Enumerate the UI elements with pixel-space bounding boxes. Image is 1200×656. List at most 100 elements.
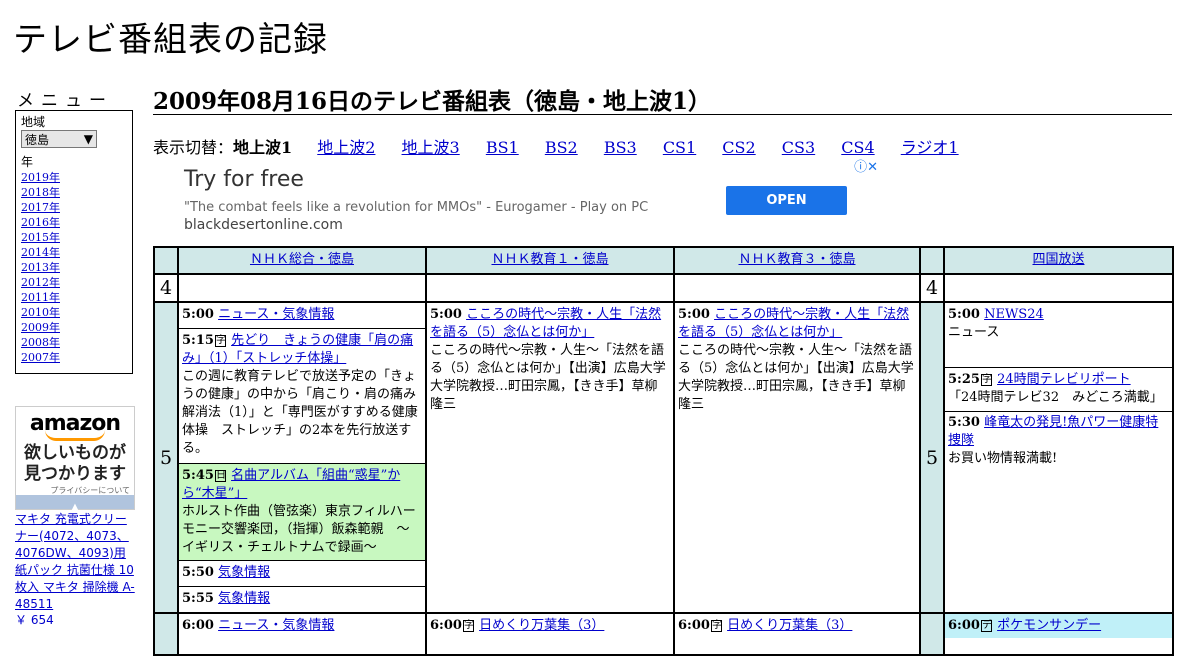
channel-switcher: 表示切替：地上波1 地上波2 地上波3 BS1 BS2 BS3 CS1 CS2 … [153,134,980,158]
program-desc: ニュース [948,325,1000,340]
program-time: 5:00 [430,307,462,322]
switcher-link[interactable]: CS1 [663,138,696,157]
switcher-link[interactable]: BS2 [545,138,578,157]
year-link[interactable]: 2011年 [21,290,127,305]
program-item: 5:00 こころの時代～宗教・人生「法然を語る（5）念仏とは何か」 こころの時代… [675,303,919,417]
program-time: 5:30 [948,415,980,430]
hour-header [153,246,179,275]
channel-header: ＮＨＫ教育１・徳島 [425,246,675,275]
year-link[interactable]: 2014年 [21,245,127,260]
amazon-product-price: ￥ 654 [15,613,54,627]
chevron-down-icon: ▼ [83,132,93,146]
program-time: 6:00 [182,618,214,633]
switcher-current: 地上波1 [233,138,293,157]
program-title-link[interactable]: 気象情報 [218,591,270,606]
switcher-link[interactable]: BS1 [486,138,519,157]
program-time: 6:00 [948,618,980,633]
program-item: 5:50 気象情報 [178,560,426,587]
year-link[interactable]: 2012年 [21,275,127,290]
program-title-link[interactable]: 日めくり万葉集（3） [479,618,604,633]
switcher-link[interactable]: ラジオ1 [901,138,959,157]
program-item: 6:00 ニュース・気象情報 [179,614,425,638]
switcher-link[interactable]: CS2 [722,138,755,157]
info-icon[interactable]: ⓘ [854,160,867,175]
hour-label: 5 [919,301,945,614]
program-title-link[interactable]: こころの時代～宗教・人生「法然を語る（5）念仏とは何か」 [678,307,909,340]
region-label: 地域 [21,115,46,129]
program-title-link[interactable]: 気象情報 [218,565,270,580]
ad-domain: blackdesertonline.com [184,217,343,233]
ad-controls: ⓘ✕ [854,156,878,175]
year-label: 年 [21,155,34,169]
program-time: 6:00 [430,618,462,633]
program-desc: 「24時間テレビ32 みどころ満載」 [948,390,1163,405]
year-link[interactable]: 2010年 [21,305,127,320]
amazon-ad[interactable]: amazon 欲しいものが 見つかります プライバシーについて ▲ [15,406,135,513]
year-link[interactable]: 2015年 [21,230,127,245]
hour-row-4: 4 4 [153,273,1174,303]
program-column-nhk-e3: 5:00 こころの時代～宗教・人生「法然を語る（5）念仏とは何か」 こころの時代… [673,301,921,614]
year-link[interactable]: 2007年 [21,350,127,365]
switcher-link[interactable]: 地上波2 [317,138,375,157]
program-title-link[interactable]: 24時間テレビリポート [997,372,1131,387]
year-link[interactable]: 2018年 [21,185,127,200]
switcher-link[interactable]: CS3 [782,138,815,157]
channel-header: ＮＨＫ総合・徳島 [177,246,427,275]
amazon-product-link[interactable]: マキタ 充電式クリーナー(4072、4073、4076DW、4093)用 紙パッ… [15,511,135,613]
program-time: 5:15 [182,333,214,348]
channel-link[interactable]: ＮＨＫ総合・徳島 [250,252,354,267]
program-item: 6:00 字 日めくり万葉集（3） [675,614,919,638]
program-title-link[interactable]: こころの時代～宗教・人生「法然を語る（5）念仏とは何か」 [430,307,661,340]
program-title-link[interactable]: 峰竜太の発見!魚パワー健康特捜隊 [948,415,1158,448]
switcher-link[interactable]: BS3 [604,138,637,157]
program-desc: ホルスト作曲（管弦楽）東京フィルハーモニー交響楽団，（指揮）飯森範親 ～イギリス… [182,504,416,555]
switcher-link[interactable]: CS4 [841,138,874,157]
program-title-link[interactable]: ニュース・気象情報 [218,307,334,322]
program-item: 5:00 NEWS24 ニュース [944,302,1173,368]
year-link[interactable]: 2008年 [21,335,127,350]
channel-link[interactable]: ＮＨＫ教育３・徳島 [738,252,855,267]
hour-label [153,612,179,656]
year-link[interactable]: 2013年 [21,260,127,275]
year-link[interactable]: 2009年 [21,320,127,335]
program-title-link[interactable]: 日めくり万葉集（3） [727,618,852,633]
amazon-logo: amazon [29,411,121,436]
program-title-link[interactable]: ポケモンサンデー [997,618,1101,633]
ad-open-button[interactable]: OPEN [726,186,847,215]
program-item: 5:00 こころの時代～宗教・人生「法然を語る（5）念仏とは何か」 こころの時代… [427,303,673,417]
subtitle-mark-icon: 字 [710,620,722,632]
program-cell: 6:00 デ ポケモンサンデー [943,612,1174,656]
program-desc: この週に教育テレビで放送予定の「きょうの健康」の中から「肩こり・肩の痛み解消法（… [182,369,418,456]
year-link[interactable]: 2017年 [21,200,127,215]
amazon-carousel-bar[interactable]: ▲ [16,495,134,513]
site-title: テレビ番組表の記録 [13,20,328,60]
switcher-link[interactable]: 地上波3 [402,138,460,157]
program-time: 5:00 [948,307,980,322]
program-time: 5:25 [948,372,980,387]
program-item: 5:25 字 24時間テレビリポート 「24時間テレビ32 みどころ満載」 [944,367,1173,412]
program-cell [177,273,427,303]
channel-link[interactable]: ＮＨＫ教育１・徳島 [491,252,608,267]
program-cell [425,273,675,303]
year-link[interactable]: 2019年 [21,170,127,185]
region-select[interactable]: 徳島 ▼ [21,130,97,148]
hour-label: 5 [153,301,179,614]
program-time: 5:45 [182,468,214,483]
program-grid: ＮＨＫ総合・徳島 ＮＨＫ教育１・徳島 ＮＨＫ教育３・徳島 四国放送 4 4 5 … [153,246,1174,656]
channel-header-row: ＮＨＫ総合・徳島 ＮＨＫ教育１・徳島 ＮＨＫ教育３・徳島 四国放送 [153,246,1174,275]
page-heading: 2009年08月16日のテレビ番組表（徳島・地上波1） [153,82,1172,115]
program-title-link[interactable]: ニュース・気象情報 [218,618,334,633]
display-ad[interactable]: Try for free "The combat feels like a re… [153,156,880,244]
program-desc: こころの時代～宗教・人生～「法然を語る（5）念仏とは何か」【出演】広島大学大学院… [430,343,666,412]
menu-label: メニュー [17,91,113,111]
program-time: 5:55 [182,591,214,606]
year-link[interactable]: 2016年 [21,215,127,230]
channel-header: ＮＨＫ教育３・徳島 [673,246,921,275]
amazon-tagline-1: 欲しいものが [24,443,126,463]
subtitle-mark-icon: 字 [214,335,226,347]
program-column-nhk-g: 5:00 ニュース・気象情報 5:15 字 先どり きょうの健康「肩の痛み」（1）… [177,301,427,614]
close-icon[interactable]: ✕ [867,160,878,175]
program-title-link[interactable]: NEWS24 [984,307,1044,322]
channel-link[interactable]: 四国放送 [1032,252,1084,267]
program-time: 5:50 [182,565,214,580]
